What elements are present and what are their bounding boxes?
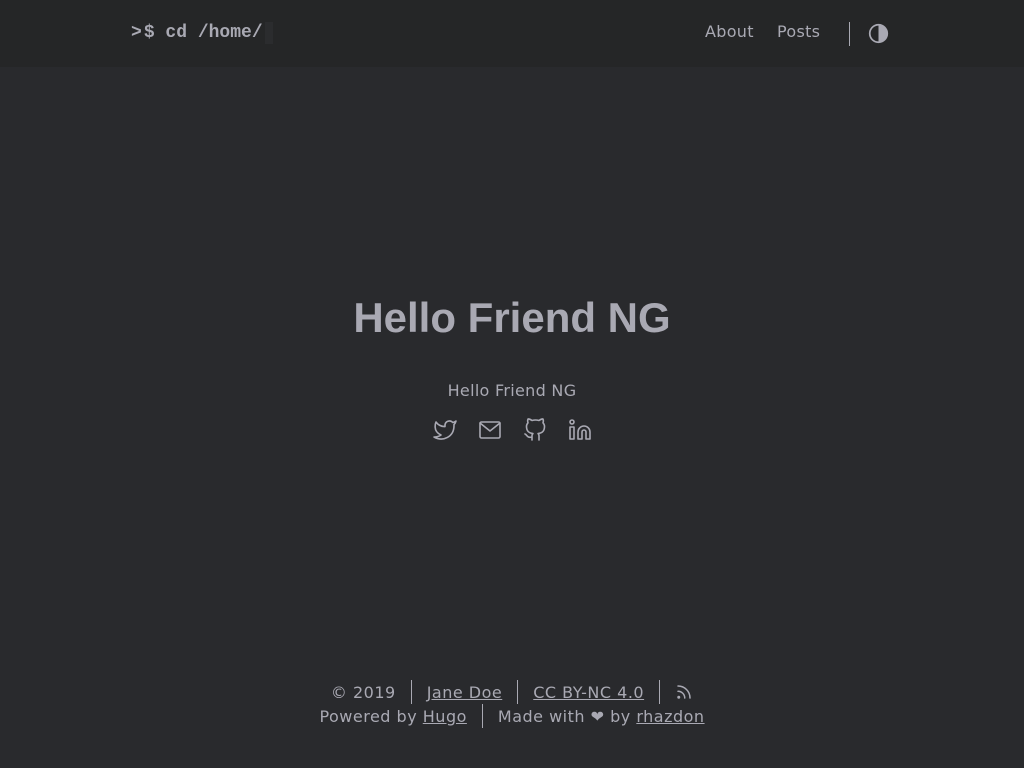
- page-title: Hello Friend NG: [353, 294, 671, 341]
- footer-separator: [481, 704, 483, 728]
- theme-author-link[interactable]: rhazdon: [636, 707, 704, 726]
- hugo-link[interactable]: Hugo: [423, 707, 467, 726]
- twitter-icon[interactable]: [432, 418, 457, 442]
- footer-separator: [659, 680, 661, 704]
- made-with-text: Made with ❤ by rhazdon: [498, 707, 705, 726]
- linkedin-icon[interactable]: [568, 418, 592, 442]
- made-with-prefix: Made with ❤ by: [497, 706, 637, 726]
- theme-toggle-icon[interactable]: [868, 23, 889, 44]
- site-logo[interactable]: > $ cd /home/: [131, 18, 273, 48]
- rss-icon[interactable]: [675, 683, 693, 701]
- footer-separator: [410, 680, 412, 704]
- author-link[interactable]: Jane Doe: [427, 683, 503, 702]
- powered-by-text: Powered by Hugo: [319, 707, 466, 726]
- page-subtitle: Hello Friend NG: [447, 381, 577, 400]
- nav-posts-link[interactable]: Posts: [777, 22, 820, 46]
- logo-cursor: [264, 22, 273, 44]
- license-link[interactable]: CC BY-NC 4.0: [533, 683, 644, 702]
- site-header: > $ cd /home/ About Posts: [0, 0, 1024, 67]
- powered-by-prefix: Powered by: [319, 706, 423, 726]
- nav-about-link[interactable]: About: [705, 22, 754, 46]
- email-icon[interactable]: [478, 418, 502, 442]
- social-links: [0, 418, 1024, 442]
- nav-divider: [849, 22, 850, 46]
- footer-separator: [517, 680, 519, 704]
- footer-row-copyright: © 2019 Jane Doe CC BY-NC 4.0: [0, 680, 1024, 704]
- footer-row-powered: Powered by Hugo Made with ❤ by rhazdon: [0, 704, 1024, 728]
- logo-prompt: >: [131, 23, 142, 43]
- github-icon[interactable]: [523, 418, 547, 442]
- copyright-text: © 2019: [330, 682, 396, 702]
- logo-text: $ cd /home/: [143, 23, 263, 43]
